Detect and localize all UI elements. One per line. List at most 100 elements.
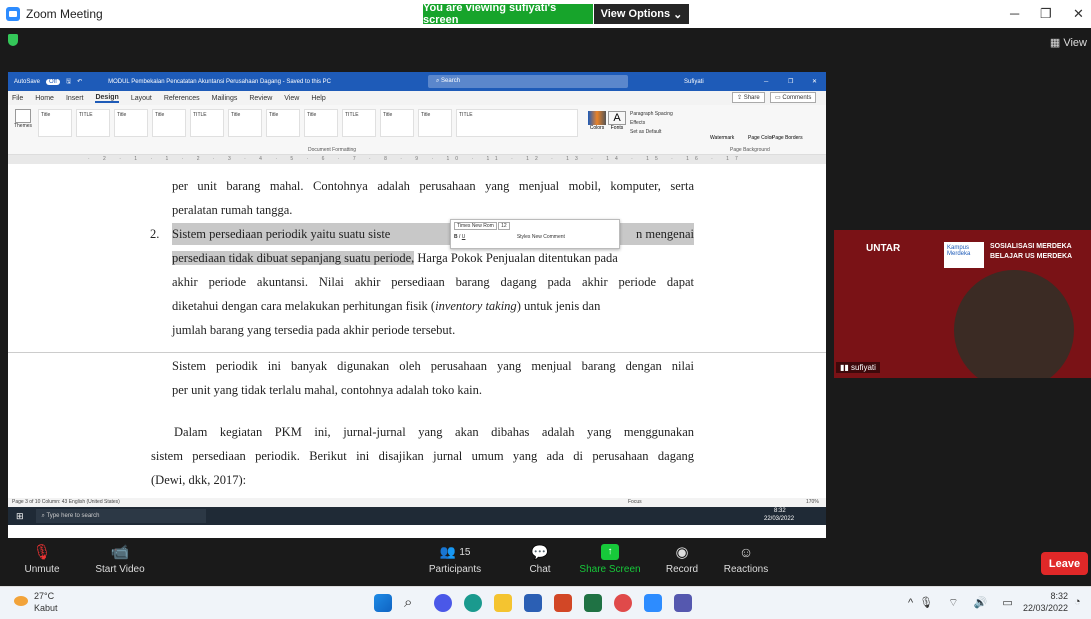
word-icon[interactable] bbox=[524, 594, 542, 612]
powerpoint-icon[interactable] bbox=[554, 594, 572, 612]
themes-button[interactable]: Themes bbox=[12, 109, 34, 129]
word-comments-button[interactable]: ▭ Comments bbox=[770, 92, 817, 103]
unmute-label: Unmute bbox=[24, 564, 60, 575]
view-options-button[interactable]: View Options ⌄ bbox=[594, 4, 689, 24]
word-statusbar: Page 3 of 10 Column: 43 English (United … bbox=[8, 498, 826, 507]
edge-icon[interactable] bbox=[464, 594, 482, 612]
paragraph-spacing-button[interactable]: Paragraph Spacing bbox=[630, 110, 673, 119]
bold-button[interactable]: B bbox=[454, 234, 458, 240]
zoom-level[interactable]: 170% bbox=[806, 498, 819, 507]
design-ribbon: Themes Title TITLE Title Title TITLE Tit… bbox=[8, 105, 826, 155]
leave-button[interactable]: Leave bbox=[1041, 552, 1088, 575]
tab-help[interactable]: Help bbox=[311, 95, 325, 102]
chat-button[interactable]: 💬 Chat bbox=[500, 540, 580, 576]
style-gallery-item[interactable]: Title bbox=[114, 109, 148, 137]
weather-desc: Kabut bbox=[34, 603, 58, 613]
tab-view[interactable]: View bbox=[284, 95, 299, 102]
security-shield-icon[interactable] bbox=[8, 34, 18, 46]
minimize-icon[interactable]: ─ bbox=[1010, 6, 1019, 21]
set-default-button[interactable]: Set as Default bbox=[630, 128, 673, 137]
search-icon[interactable]: ⌕ bbox=[404, 594, 422, 612]
style-gallery-item[interactable]: TITLE bbox=[342, 109, 376, 137]
tab-review[interactable]: Review bbox=[249, 95, 272, 102]
watermark-button[interactable]: Watermark bbox=[710, 135, 734, 141]
style-gallery-item[interactable]: TITLE bbox=[76, 109, 110, 137]
tab-layout[interactable]: Layout bbox=[131, 95, 152, 102]
word-search-label: Search bbox=[441, 78, 461, 84]
start-video-label: Start Video bbox=[95, 564, 145, 575]
style-gallery-item[interactable]: Title bbox=[38, 109, 72, 137]
weather-widget[interactable]: 27°C Kabut bbox=[14, 590, 58, 614]
doc-line: akhir periode akuntansi. Nilai akhir per… bbox=[172, 275, 694, 289]
video-banner: SOSIALISASI MERDEKA BELAJAR US MERDEKA bbox=[990, 243, 1073, 260]
view-button[interactable]: ▦ View bbox=[1050, 36, 1087, 49]
tab-design[interactable]: Design bbox=[95, 94, 119, 103]
window-title: Zoom Meeting bbox=[26, 7, 103, 21]
zoom-taskbar-icon[interactable] bbox=[644, 594, 662, 612]
style-gallery-item[interactable]: Title bbox=[418, 109, 452, 137]
system-tray[interactable]: ^🎙 ⌔ 🔊 ▭ bbox=[908, 596, 1019, 610]
participant-face bbox=[954, 270, 1074, 378]
effects-button[interactable]: Effects bbox=[630, 119, 673, 128]
share-screen-button[interactable]: ↑ Share Screen bbox=[570, 540, 650, 575]
style-gallery-item[interactable]: Title bbox=[152, 109, 186, 137]
page-borders-button[interactable]: Page Borders bbox=[772, 135, 803, 141]
doc-line-text: diketahui dengan cara melakukan perhitun… bbox=[172, 299, 436, 313]
excel-icon[interactable] bbox=[584, 594, 602, 612]
start-video-button[interactable]: 📹 Start Video bbox=[80, 540, 160, 575]
mini-size-select[interactable]: 12 bbox=[498, 222, 510, 230]
style-gallery-item[interactable]: Title bbox=[304, 109, 338, 137]
word-close-icon[interactable]: ✕ bbox=[812, 78, 817, 85]
word-search[interactable]: ⌕ Search bbox=[428, 75, 628, 88]
untar-logo: UNTAR bbox=[866, 243, 901, 254]
underline-button[interactable]: U bbox=[462, 234, 466, 240]
word-max-icon[interactable]: ❐ bbox=[788, 78, 793, 85]
share-screen-icon: ↑ bbox=[570, 540, 650, 564]
autosave-label[interactable]: AutoSave bbox=[14, 79, 40, 85]
notifications-icon[interactable]: ◔ bbox=[1074, 596, 1081, 608]
participants-button[interactable]: 👥 15 Participants bbox=[415, 540, 495, 575]
focus-button[interactable]: Focus bbox=[628, 498, 642, 507]
tab-insert[interactable]: Insert bbox=[66, 95, 84, 102]
style-gallery-item[interactable]: Title bbox=[228, 109, 262, 137]
word-user[interactable]: Sufiyati bbox=[684, 79, 704, 85]
remote-start-icon[interactable]: ⊞ bbox=[16, 511, 24, 522]
remote-search[interactable]: ⌕ Type here to search bbox=[35, 509, 206, 523]
participant-video[interactable]: UNTAR Kampus Merdeka SOSIALISASI MERDEKA… bbox=[834, 230, 1091, 378]
remote-search-label: Type here to search bbox=[46, 513, 100, 519]
fonts-button[interactable]: A Fonts bbox=[608, 111, 626, 131]
style-gallery-item[interactable]: Title bbox=[266, 109, 300, 137]
clock[interactable]: 8:32 22/03/2022 bbox=[1018, 590, 1068, 614]
doc-line: per unit yang tidak terlalu mahal, conto… bbox=[172, 383, 482, 397]
italic-button[interactable]: I bbox=[459, 234, 460, 240]
firefox-icon[interactable] bbox=[614, 594, 632, 612]
mini-font-select[interactable]: Times New Rom bbox=[454, 222, 497, 230]
colors-button[interactable]: Colors bbox=[588, 111, 606, 131]
style-gallery-item[interactable]: Title bbox=[380, 109, 414, 137]
autosave-toggle[interactable]: Off bbox=[46, 78, 60, 85]
chat-icon: 💬 bbox=[531, 543, 549, 560]
tab-home[interactable]: Home bbox=[35, 95, 54, 102]
word-share-button[interactable]: ⇪ Share bbox=[732, 92, 765, 103]
close-icon[interactable]: ✕ bbox=[1073, 6, 1084, 22]
teams-icon[interactable] bbox=[674, 594, 692, 612]
word-min-icon[interactable]: ─ bbox=[764, 79, 768, 85]
save-icon[interactable]: 🖫 bbox=[66, 77, 71, 87]
file-explorer-icon[interactable] bbox=[494, 594, 512, 612]
tab-mailings[interactable]: Mailings bbox=[212, 95, 238, 102]
record-label: Record bbox=[665, 564, 699, 575]
page-color-button[interactable]: Page Color bbox=[748, 135, 773, 141]
document-page: per unit barang mahal. Contohnya adalah … bbox=[8, 173, 826, 496]
tab-references[interactable]: References bbox=[164, 95, 200, 102]
maximize-icon[interactable]: ❐ bbox=[1040, 6, 1052, 22]
reactions-button[interactable]: ☺ Reactions bbox=[706, 540, 786, 575]
unmute-button[interactable]: 🎙 Unmute bbox=[2, 540, 82, 575]
start-icon[interactable] bbox=[374, 594, 392, 612]
new-comment-button[interactable]: New Comment bbox=[532, 234, 565, 240]
style-gallery-item[interactable]: TITLE bbox=[456, 109, 578, 137]
undo-icon[interactable]: ↶ bbox=[77, 78, 82, 85]
styles-button[interactable]: Styles bbox=[517, 234, 531, 240]
style-gallery-item[interactable]: TITLE bbox=[190, 109, 224, 137]
chat-app-icon[interactable] bbox=[434, 594, 452, 612]
tab-file[interactable]: File bbox=[12, 95, 23, 102]
